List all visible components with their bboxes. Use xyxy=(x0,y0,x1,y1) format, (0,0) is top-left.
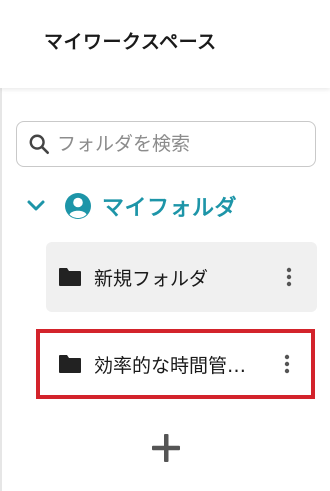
folder-icon xyxy=(58,354,82,374)
my-folder-header[interactable]: マイフォルダ xyxy=(24,188,237,224)
folder-item-label: 効率的な時間管… xyxy=(94,354,247,377)
search-icon xyxy=(27,132,51,156)
more-vertical-icon[interactable] xyxy=(277,257,301,297)
plus-icon xyxy=(150,432,182,468)
add-folder-button[interactable] xyxy=(148,432,184,468)
folder-item-label: 新規フォルダ xyxy=(94,267,209,290)
chevron-down-icon[interactable] xyxy=(24,194,48,218)
folder-search-input[interactable] xyxy=(55,132,309,156)
folder-icon xyxy=(58,267,82,287)
more-vertical-icon[interactable] xyxy=(275,344,299,384)
user-circle-icon xyxy=(64,192,92,220)
workspace-title: マイワークスペース xyxy=(44,31,217,53)
workspace-sidebar: マイワークスペース マイフォルダ xyxy=(0,0,330,491)
folder-search-box[interactable] xyxy=(16,121,316,167)
my-folder-label: マイフォルダ xyxy=(102,196,238,221)
folder-item-new-folder[interactable]: 新規フォルダ xyxy=(46,242,317,312)
folder-item-time-management[interactable]: 効率的な時間管… xyxy=(36,329,315,399)
workspace-header: マイワークスペース xyxy=(0,0,330,88)
